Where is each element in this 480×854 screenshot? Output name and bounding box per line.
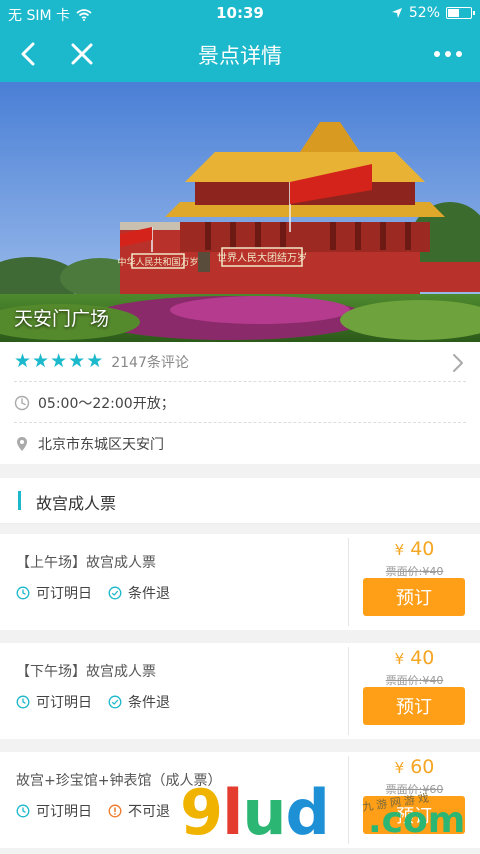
star-icon: ★	[86, 350, 104, 372]
clock-icon	[16, 695, 30, 709]
chevron-left-icon	[21, 42, 35, 66]
status-bar: 无 SIM 卡 10:39 52%	[0, 0, 480, 28]
location-pin-icon	[17, 437, 27, 451]
exclamation-circle-icon	[108, 804, 122, 818]
sign-right-text: 世界人民大团结万岁	[217, 251, 307, 264]
star-icon: ★	[68, 350, 86, 372]
battery-percent: 52%	[408, 5, 440, 21]
ticket-features: 可订明日 条件退	[16, 583, 186, 603]
close-button[interactable]	[62, 34, 102, 74]
close-icon	[71, 43, 93, 65]
feature-label: 条件退	[128, 695, 170, 711]
back-button[interactable]	[8, 34, 48, 74]
clock-icon	[16, 804, 30, 818]
hours-row: 05:00～22:00开放；	[14, 383, 466, 423]
feature-no-refund: 不可退	[108, 801, 170, 821]
nav-bar: 景点详情	[0, 28, 480, 82]
price-currency: ¥	[394, 541, 405, 559]
star-icon: ★	[14, 350, 32, 372]
book-button[interactable]: 预订	[363, 796, 465, 834]
location-arrow-icon	[391, 8, 402, 18]
face-value: 票面价:¥40	[385, 565, 444, 578]
battery-fill	[448, 9, 459, 17]
feature-book-tomorrow: 可订明日	[16, 692, 92, 712]
sign-left-text: 中华人民共和国万岁	[117, 256, 198, 268]
attraction-name: 天安门广场	[14, 308, 110, 330]
book-button[interactable]: 预订	[363, 687, 465, 725]
check-circle-icon	[108, 586, 122, 600]
reviews-row[interactable]: ★ ★ ★ ★ ★ 2147条评论	[14, 342, 466, 382]
price-value: 60	[410, 756, 435, 778]
face-value: 票面价:¥60	[385, 783, 444, 796]
ticket-item[interactable]: 故宫+珍宝馆+钟表馆（成人票） 可订明日 不可退 ¥ 60 票面价:¥60 预订	[0, 752, 480, 848]
ticket-name: 【下午场】故宫成人票	[16, 664, 156, 680]
feature-book-tomorrow: 可订明日	[16, 583, 92, 603]
feature-refund: 条件退	[108, 583, 170, 603]
section-accent-bar	[18, 491, 21, 510]
more-dot	[445, 51, 451, 57]
battery-icon	[446, 7, 475, 19]
more-dot	[456, 51, 462, 57]
feature-label: 可订明日	[36, 586, 92, 602]
feature-refund: 条件退	[108, 692, 170, 712]
ticket-name: 【上午场】故宫成人票	[16, 555, 156, 571]
tiananmen-photo: 中华人民共和国万岁 世界人民大团结万岁	[0, 82, 480, 342]
rating-stars: ★ ★ ★ ★ ★	[14, 352, 103, 371]
ticket-price: ¥ 60	[349, 756, 480, 778]
feature-label: 不可退	[128, 804, 170, 820]
feature-label: 条件退	[128, 586, 170, 602]
price-currency: ¥	[394, 650, 405, 668]
more-dots-icon	[434, 51, 440, 57]
star-icon: ★	[32, 350, 50, 372]
ticket-price: ¥ 40	[349, 538, 480, 560]
ticket-name: 故宫+珍宝馆+钟表馆（成人票）	[16, 773, 222, 789]
status-right: 52%	[391, 5, 475, 21]
check-circle-icon	[108, 695, 122, 709]
attraction-info: ★ ★ ★ ★ ★ 2147条评论 05:00～22:00开放； 北京市东城区天安门	[0, 342, 480, 464]
price-currency: ¥	[394, 759, 405, 777]
price-value: 40	[410, 538, 435, 560]
face-value: 票面价:¥40	[385, 674, 444, 687]
section-title: 故宫成人票	[36, 494, 117, 513]
feature-label: 可订明日	[36, 804, 92, 820]
star-icon: ★	[50, 350, 68, 372]
ticket-price: ¥ 40	[349, 647, 480, 669]
book-button[interactable]: 预订	[363, 578, 465, 616]
chevron-right-icon	[453, 354, 463, 372]
more-button[interactable]	[424, 34, 472, 74]
ticket-section-header: 故宫成人票	[0, 478, 480, 524]
reviews-count: 2147条评论	[111, 354, 189, 371]
opening-hours: 05:00～22:00开放；	[38, 395, 175, 412]
clock-icon	[16, 586, 30, 600]
ticket-features: 可订明日 不可退	[16, 801, 186, 821]
clock-icon	[14, 395, 30, 410]
hero-image: 中华人民共和国万岁 世界人民大团结万岁 天安门广场	[0, 82, 480, 342]
address-row[interactable]: 北京市东城区天安门	[14, 424, 466, 464]
ticket-features: 可订明日 条件退	[16, 692, 186, 712]
address: 北京市东城区天安门	[38, 437, 164, 453]
ticket-item[interactable]: 【上午场】故宫成人票 可订明日 条件退 ¥ 40 票面价:¥40 预订	[0, 534, 480, 630]
price-value: 40	[410, 647, 435, 669]
ticket-item[interactable]: 【下午场】故宫成人票 可订明日 条件退 ¥ 40 票面价:¥40 预订	[0, 643, 480, 739]
feature-label: 可订明日	[36, 695, 92, 711]
feature-book-tomorrow: 可订明日	[16, 801, 92, 821]
